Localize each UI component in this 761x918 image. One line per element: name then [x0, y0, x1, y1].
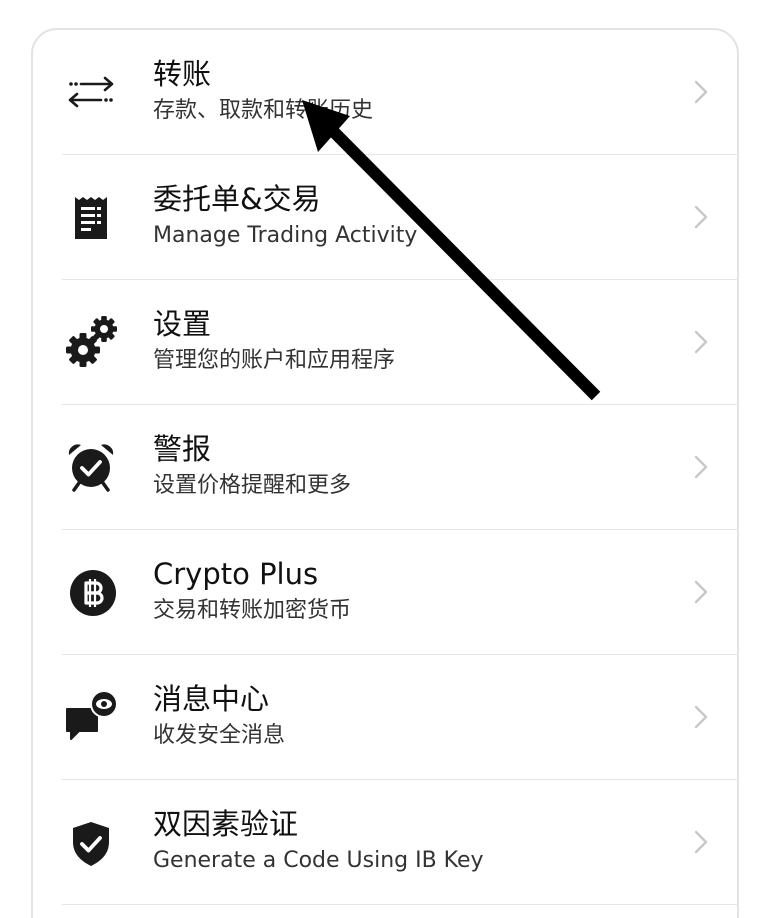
- menu-item-settings[interactable]: 设置 管理您的账户和应用程序: [33, 280, 739, 405]
- receipt-icon: [63, 189, 119, 245]
- chevron-right-icon: [693, 78, 709, 106]
- menu-item-title: 警报: [153, 432, 212, 466]
- chevron-right-icon: [693, 828, 709, 856]
- alarm-clock-icon: [63, 439, 119, 495]
- menu-item-orders-trades[interactable]: 委托单&交易 Manage Trading Activity: [33, 155, 739, 280]
- menu-item-title: 消息中心: [153, 682, 270, 716]
- menu-item-alerts[interactable]: 警报 设置价格提醒和更多: [33, 405, 739, 530]
- divider: [62, 904, 739, 905]
- menu-item-subtitle: Generate a Code Using IB Key: [153, 848, 484, 873]
- menu-item-two-factor-auth[interactable]: 双因素验证 Generate a Code Using IB Key: [33, 780, 739, 905]
- shield-check-icon: [63, 814, 119, 870]
- menu-item-title: Crypto Plus: [153, 557, 319, 591]
- chevron-right-icon: [693, 578, 709, 606]
- menu-card: 转账 存款、取款和转账历史 委托单&交易 Manage Trading Acti…: [31, 28, 739, 918]
- menu-item-subtitle: 设置价格提醒和更多: [153, 473, 352, 498]
- screen: 转账 存款、取款和转账历史 委托单&交易 Manage Trading Acti…: [0, 0, 761, 918]
- menu-item-title: 双因素验证: [153, 807, 299, 841]
- chevron-right-icon: [693, 703, 709, 731]
- menu-item-title: 设置: [153, 307, 212, 341]
- menu-item-subtitle: 交易和转账加密货币: [153, 598, 352, 623]
- transfer-arrows-icon: [63, 64, 119, 120]
- menu-item-crypto-plus[interactable]: Crypto Plus 交易和转账加密货币: [33, 530, 739, 655]
- menu-item-title: 转账: [153, 57, 212, 91]
- bitcoin-icon: [63, 564, 119, 620]
- chevron-right-icon: [693, 203, 709, 231]
- chevron-right-icon: [693, 453, 709, 481]
- gears-icon: [63, 314, 119, 370]
- message-eye-icon: [63, 689, 119, 745]
- menu-item-subtitle: 管理您的账户和应用程序: [153, 348, 396, 373]
- menu-item-title: 委托单&交易: [153, 182, 321, 216]
- menu-item-message-center[interactable]: 消息中心 收发安全消息: [33, 655, 739, 780]
- menu-item-subtitle: 收发安全消息: [153, 723, 286, 748]
- chevron-right-icon: [693, 328, 709, 356]
- menu-item-subtitle: Manage Trading Activity: [153, 223, 418, 248]
- menu-item-subtitle: 存款、取款和转账历史: [153, 98, 374, 123]
- menu-item-transfers[interactable]: 转账 存款、取款和转账历史: [33, 30, 739, 155]
